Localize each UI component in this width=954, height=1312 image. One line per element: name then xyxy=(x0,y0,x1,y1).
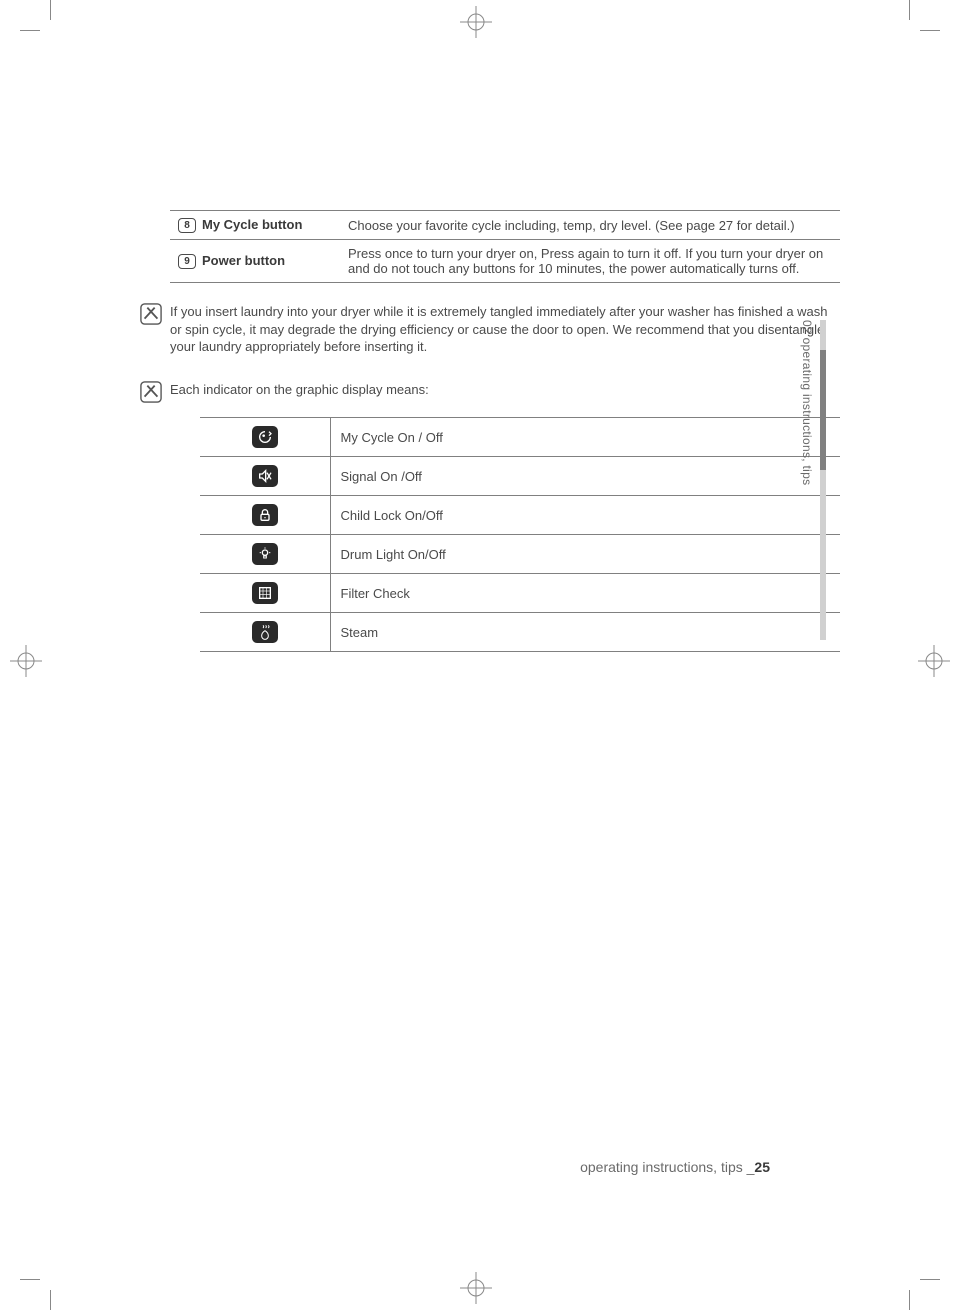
callout-number: 8 xyxy=(178,218,196,233)
indicator-label: Child Lock On/Off xyxy=(330,496,840,535)
table-row: Filter Check xyxy=(200,574,840,613)
button-table: 8 My Cycle button Choose your favorite cyc… xyxy=(170,210,840,283)
note-tangled-laundry: If you insert laundry into your dryer wh… xyxy=(170,303,840,356)
table-row: Child Lock On/Off xyxy=(200,496,840,535)
note-icon xyxy=(140,303,162,330)
indicator-label: My Cycle On / Off xyxy=(330,418,840,457)
footer-section: operating instructions, tips _ xyxy=(580,1159,754,1175)
steam-icon xyxy=(252,621,278,643)
content-area: 8 My Cycle button Choose your favorite cyc… xyxy=(170,210,840,652)
indicator-label: Steam xyxy=(330,613,840,652)
register-mark-top xyxy=(460,6,492,38)
side-tab: 02 operating instructions, tips xyxy=(800,320,820,640)
crop-mark xyxy=(20,1279,40,1280)
indicator-icon-cell xyxy=(200,457,330,496)
crop-mark xyxy=(20,30,40,31)
callout-number: 9 xyxy=(178,254,196,269)
register-mark-right xyxy=(918,645,950,677)
crop-mark xyxy=(920,1279,940,1280)
crop-mark xyxy=(909,0,910,20)
crop-mark xyxy=(920,30,940,31)
button-desc-cell: Press once to turn your dryer on, Press … xyxy=(340,240,840,283)
crop-mark xyxy=(50,1290,51,1310)
indicator-icon-cell xyxy=(200,496,330,535)
page-frame: 8 My Cycle button Choose your favorite cyc… xyxy=(40,20,920,1290)
button-label-cell: 9 Power button xyxy=(170,240,340,283)
table-row: 9 Power button Press once to turn your dry… xyxy=(170,240,840,283)
indicator-label: Filter Check xyxy=(330,574,840,613)
register-mark-bottom xyxy=(460,1272,492,1304)
side-tab-marker xyxy=(820,350,826,470)
signal-icon xyxy=(252,465,278,487)
footer-page-number: 25 xyxy=(754,1159,770,1175)
button-label-cell: 8 My Cycle button xyxy=(170,211,340,240)
button-name: Power button xyxy=(202,253,285,268)
indicator-icon-cell xyxy=(200,613,330,652)
mycycle-icon xyxy=(252,426,278,448)
table-row: 8 My Cycle button Choose your favorite cyc… xyxy=(170,211,840,240)
indicator-label: Drum Light On/Off xyxy=(330,535,840,574)
note-icon xyxy=(140,381,162,408)
register-mark-left xyxy=(10,645,42,677)
filter-icon xyxy=(252,582,278,604)
indicator-label: Signal On /Off xyxy=(330,457,840,496)
drumlight-icon xyxy=(252,543,278,565)
childlock-icon xyxy=(252,504,278,526)
button-name: My Cycle button xyxy=(202,217,302,232)
side-tab-label: 02 operating instructions, tips xyxy=(800,320,814,485)
note-indicator-intro: Each indicator on the graphic display me… xyxy=(170,381,840,408)
table-row: Signal On /Off xyxy=(200,457,840,496)
note-text: If you insert laundry into your dryer wh… xyxy=(170,303,840,356)
indicator-icon-cell xyxy=(200,535,330,574)
crop-mark xyxy=(50,0,51,20)
indicator-table: My Cycle On / OffSignal On /OffChild Loc… xyxy=(200,417,840,652)
indicator-icon-cell xyxy=(200,574,330,613)
crop-mark xyxy=(909,1290,910,1310)
table-row: My Cycle On / Off xyxy=(200,418,840,457)
table-row: Steam xyxy=(200,613,840,652)
indicator-icon-cell xyxy=(200,418,330,457)
page-footer: operating instructions, tips _25 xyxy=(580,1159,770,1175)
note-text: Each indicator on the graphic display me… xyxy=(170,381,429,399)
table-row: Drum Light On/Off xyxy=(200,535,840,574)
button-desc-cell: Choose your favorite cycle including, te… xyxy=(340,211,840,240)
